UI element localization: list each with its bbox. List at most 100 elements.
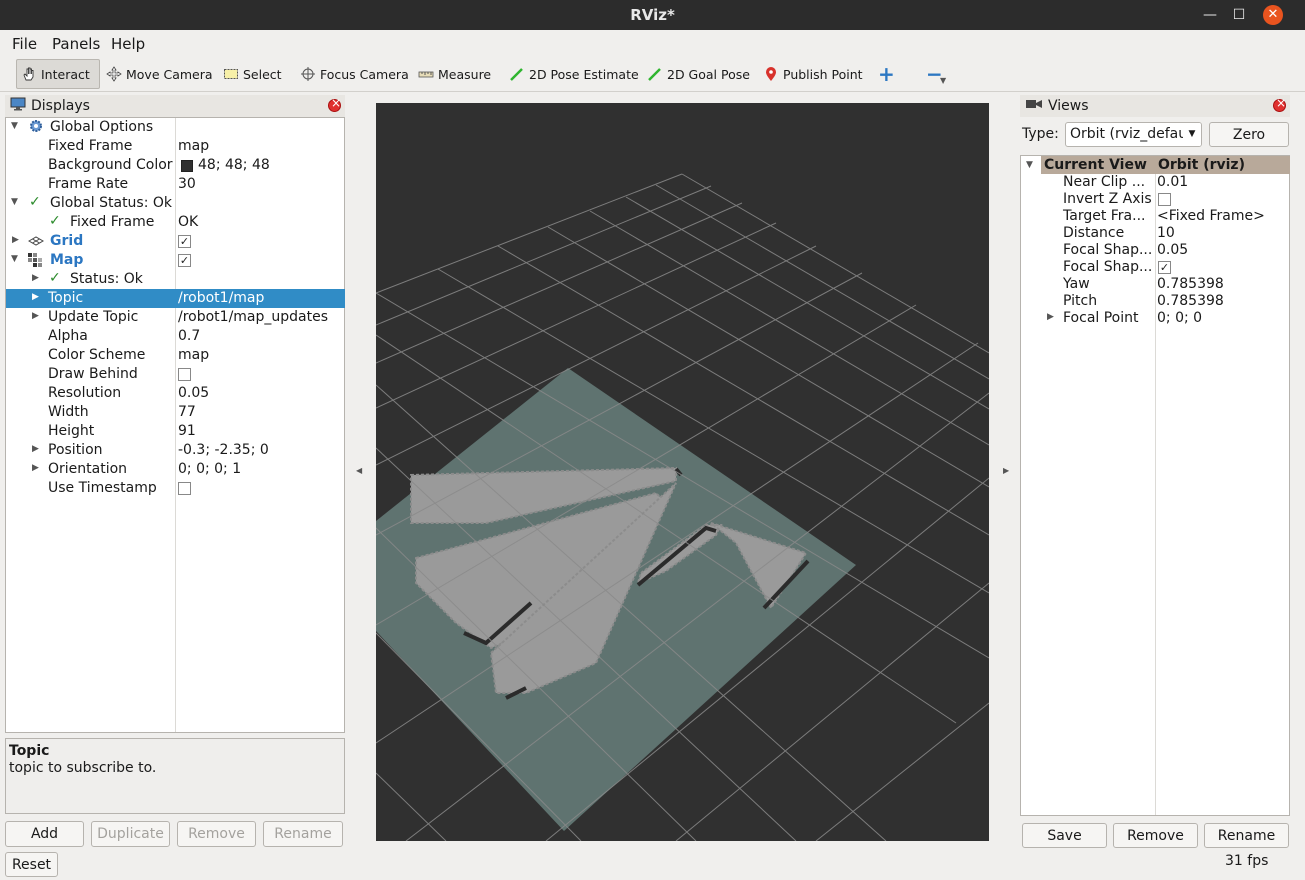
- update-topic-value[interactable]: /robot1/map_updates: [178, 309, 328, 325]
- add-tool-button[interactable]: +: [874, 59, 899, 89]
- draw-behind-checkbox[interactable]: [178, 368, 191, 381]
- check-icon: ✓: [49, 213, 61, 229]
- near-clip-label: Near Clip ...: [1063, 174, 1146, 190]
- map-enabled-checkbox[interactable]: ✓: [178, 254, 191, 267]
- focus-camera-button[interactable]: Focus Camera: [296, 59, 413, 89]
- view-row-focal-shape-size[interactable]: Focal Shap... 0.05: [1021, 242, 1289, 259]
- tree-row-grid[interactable]: ▶ Grid ✓: [6, 232, 345, 251]
- background-color-value[interactable]: 48; 48; 48: [198, 157, 270, 173]
- remove-display-button[interactable]: Remove: [177, 821, 256, 847]
- near-clip-value[interactable]: 0.01: [1157, 174, 1188, 190]
- save-view-button[interactable]: Save: [1022, 823, 1107, 848]
- tree-row-resolution[interactable]: Resolution 0.05: [6, 384, 345, 403]
- view-type-select[interactable]: Orbit (rviz_defau ▼: [1065, 122, 1202, 147]
- publish-point-button[interactable]: Publish Point: [759, 59, 867, 89]
- measure-button[interactable]: Measure: [414, 59, 495, 89]
- tree-row-global-status[interactable]: ▼ ✓ Global Status: Ok: [6, 194, 345, 213]
- pitch-value[interactable]: 0.785398: [1157, 293, 1224, 309]
- menu-panels[interactable]: Panels: [52, 35, 100, 53]
- expand-arrow-icon[interactable]: ▼: [11, 121, 18, 131]
- tree-row-status-fixed-frame[interactable]: ✓ Fixed Frame OK: [6, 213, 345, 232]
- collapse-arrow-icon[interactable]: ▶: [1047, 312, 1054, 322]
- alpha-value[interactable]: 0.7: [178, 328, 200, 344]
- zero-button[interactable]: Zero: [1209, 122, 1289, 147]
- collapse-arrow-icon[interactable]: ▶: [32, 463, 39, 473]
- menu-file[interactable]: File: [12, 35, 37, 53]
- tree-row-global-options[interactable]: ▼ Global Options: [6, 118, 345, 137]
- tree-row-background-color[interactable]: Background Color 48; 48; 48: [6, 156, 345, 175]
- view-row-pitch[interactable]: Pitch 0.785398: [1021, 293, 1289, 310]
- view-row-focal-shape-fixed[interactable]: Focal Shap... ✓: [1021, 259, 1289, 276]
- remove-view-button[interactable]: Remove: [1113, 823, 1198, 848]
- view-row-target-frame[interactable]: Target Fra... <Fixed Frame>: [1021, 208, 1289, 225]
- update-topic-label: Update Topic: [48, 309, 139, 325]
- current-view-header[interactable]: Current View Orbit (rviz): [1041, 156, 1290, 174]
- maximize-button[interactable]: ☐: [1229, 5, 1249, 25]
- frame-rate-value[interactable]: 30: [178, 176, 196, 192]
- view-row-yaw[interactable]: Yaw 0.785398: [1021, 276, 1289, 293]
- tool-dropdown-icon[interactable]: ▼: [940, 76, 946, 85]
- menu-help[interactable]: Help: [111, 35, 145, 53]
- tree-row-alpha[interactable]: Alpha 0.7: [6, 327, 345, 346]
- target-frame-value[interactable]: <Fixed Frame>: [1157, 208, 1265, 224]
- collapse-arrow-icon[interactable]: ▶: [12, 235, 19, 245]
- tree-row-width[interactable]: Width 77: [6, 403, 345, 422]
- color-swatch[interactable]: [181, 160, 193, 172]
- tree-row-frame-rate[interactable]: Frame Rate 30: [6, 175, 345, 194]
- tree-row-draw-behind[interactable]: Draw Behind: [6, 365, 345, 384]
- left-splitter-arrow-icon[interactable]: ◀: [356, 466, 362, 475]
- height-value: 91: [178, 423, 196, 439]
- yaw-value[interactable]: 0.785398: [1157, 276, 1224, 292]
- width-value: 77: [178, 404, 196, 420]
- tree-row-color-scheme[interactable]: Color Scheme map: [6, 346, 345, 365]
- view-row-invert-z[interactable]: Invert Z Axis: [1021, 191, 1289, 208]
- tree-row-fixed-frame[interactable]: Fixed Frame map: [6, 137, 345, 156]
- grid-enabled-checkbox[interactable]: ✓: [178, 235, 191, 248]
- use-timestamp-checkbox[interactable]: [178, 482, 191, 495]
- collapse-arrow-icon[interactable]: ▶: [32, 444, 39, 454]
- tree-row-map[interactable]: ▼ Map ✓: [6, 251, 345, 270]
- duplicate-display-button[interactable]: Duplicate: [91, 821, 170, 847]
- tree-row-orientation[interactable]: ▶ Orientation 0; 0; 0; 1: [6, 460, 345, 479]
- goal-pose-button[interactable]: 2D Goal Pose: [643, 59, 754, 89]
- select-button[interactable]: Select: [219, 59, 286, 89]
- expand-arrow-icon[interactable]: ▼: [11, 197, 18, 207]
- pose-estimate-label: 2D Pose Estimate: [529, 66, 639, 82]
- close-window-button[interactable]: ✕: [1263, 5, 1283, 25]
- expand-arrow-icon[interactable]: ▼: [11, 254, 18, 264]
- render-viewport[interactable]: [376, 103, 989, 841]
- color-scheme-label: Color Scheme: [48, 347, 146, 363]
- right-splitter-arrow-icon[interactable]: ▶: [1003, 466, 1009, 475]
- interact-tool-button[interactable]: Interact: [16, 59, 100, 89]
- views-close-button[interactable]: [1273, 96, 1286, 112]
- tree-row-map-status[interactable]: ▶ ✓ Status: Ok: [6, 270, 345, 289]
- distance-value[interactable]: 10: [1157, 225, 1175, 241]
- color-scheme-value[interactable]: map: [178, 347, 209, 363]
- tree-row-topic[interactable]: ▶ Topic /robot1/map: [6, 289, 345, 308]
- view-row-focal-point[interactable]: ▶ Focal Point 0; 0; 0: [1021, 310, 1289, 327]
- move-camera-button[interactable]: Move Camera: [102, 59, 217, 89]
- displays-close-button[interactable]: [328, 96, 341, 112]
- focal-shape-size-value[interactable]: 0.05: [1157, 242, 1188, 258]
- view-row-near-clip[interactable]: Near Clip ... 0.01: [1021, 174, 1289, 191]
- fixed-frame-value[interactable]: map: [178, 138, 209, 154]
- focal-point-value[interactable]: 0; 0; 0: [1157, 310, 1202, 326]
- collapse-arrow-icon[interactable]: ▶: [32, 273, 39, 283]
- minimize-button[interactable]: —: [1200, 5, 1220, 25]
- tree-row-height[interactable]: Height 91: [6, 422, 345, 441]
- view-row-distance[interactable]: Distance 10: [1021, 225, 1289, 242]
- tree-row-update-topic[interactable]: ▶ Update Topic /robot1/map_updates: [6, 308, 345, 327]
- focal-shape-fixed-checkbox[interactable]: ✓: [1158, 261, 1171, 274]
- topic-value[interactable]: /robot1/map: [178, 290, 264, 306]
- add-display-button[interactable]: Add: [5, 821, 84, 847]
- rename-view-button[interactable]: Rename: [1204, 823, 1289, 848]
- tree-row-use-timestamp[interactable]: Use Timestamp: [6, 479, 345, 498]
- pose-estimate-button[interactable]: 2D Pose Estimate: [505, 59, 643, 89]
- reset-button[interactable]: Reset: [5, 852, 58, 877]
- collapse-arrow-icon[interactable]: ▶: [32, 292, 39, 302]
- collapse-arrow-icon[interactable]: ▶: [32, 311, 39, 321]
- rename-display-button[interactable]: Rename: [263, 821, 343, 847]
- expand-arrow-icon[interactable]: ▼: [1026, 160, 1033, 170]
- invert-z-checkbox[interactable]: [1158, 193, 1171, 206]
- tree-row-position[interactable]: ▶ Position -0.3; -2.35; 0: [6, 441, 345, 460]
